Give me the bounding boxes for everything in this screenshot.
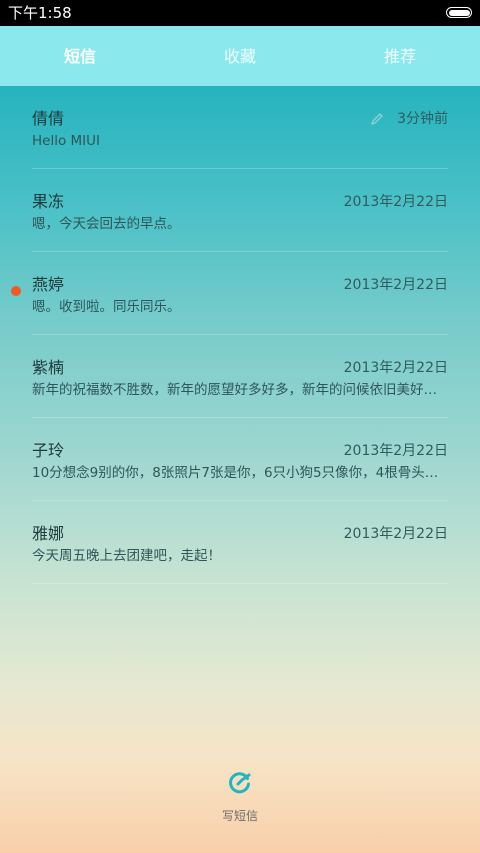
conversation-list: 倩倩 3分钟前 Hello MIUI 果冻 2013年2月22日 嗯，今天会回去…	[0, 86, 480, 584]
contact-name: 子玲	[32, 441, 65, 460]
message-preview: Hello MIUI	[32, 133, 101, 149]
compose-label: 写短信	[221, 809, 258, 823]
contact-name: 倩倩	[32, 109, 65, 128]
conversation-row[interactable]: 果冻 2013年2月22日 嗯，今天会回去的早点。	[0, 169, 480, 252]
compose-icon	[229, 772, 251, 794]
contact-name: 雅娜	[32, 524, 65, 543]
message-preview: 嗯。收到啦。同乐同乐。	[32, 299, 181, 315]
message-date: 2013年2月22日	[343, 194, 448, 210]
tab-bar: 短信 收藏 推荐	[0, 26, 480, 86]
battery-fill	[448, 9, 470, 16]
message-preview: 新年的祝福数不胜数，新年的愿望好多好多，新年的问候依旧美好…	[32, 382, 437, 398]
tab-recommended[interactable]: 推荐	[320, 26, 480, 86]
message-preview: 今天周五晚上去团建吧，走起！	[32, 548, 221, 564]
compose-button[interactable]: 写短信	[205, 768, 275, 828]
message-date: 2013年2月22日	[343, 443, 448, 459]
tab-favorites[interactable]: 收藏	[160, 26, 320, 86]
message-date: 2013年2月22日	[343, 526, 448, 542]
conversation-row[interactable]: 燕婷 2013年2月22日 嗯。收到啦。同乐同乐。	[0, 252, 480, 335]
tab-messages[interactable]: 短信	[0, 26, 160, 86]
message-date: 2013年2月22日	[343, 360, 448, 376]
contact-name: 燕婷	[32, 275, 65, 294]
message-preview: 嗯，今天会回去的早点。	[32, 216, 181, 232]
pencil-icon	[371, 113, 383, 125]
conversation-row[interactable]: 紫楠 2013年2月22日 新年的祝福数不胜数，新年的愿望好多好多，新年的问候依…	[0, 335, 480, 418]
status-bar: 下午1:58	[0, 0, 480, 26]
message-date: 2013年2月22日	[343, 277, 448, 293]
conversation-row[interactable]: 子玲 2013年2月22日 10分想念9别的你，8张照片7张是你，6只小狗5只像…	[0, 418, 480, 501]
contact-name: 紫楠	[32, 358, 65, 377]
conversation-row[interactable]: 雅娜 2013年2月22日 今天周五晚上去团建吧，走起！	[0, 501, 480, 584]
contact-name: 果冻	[32, 192, 65, 211]
conversation-row[interactable]: 倩倩 3分钟前 Hello MIUI	[0, 86, 480, 169]
message-date: 3分钟前	[397, 111, 448, 127]
message-preview: 10分想念9别的你，8张照片7张是你，6只小狗5只像你，4根骨头…	[32, 465, 439, 481]
status-time: 下午1:58	[8, 4, 72, 22]
battery-icon	[446, 7, 472, 18]
unread-indicator	[11, 286, 21, 296]
